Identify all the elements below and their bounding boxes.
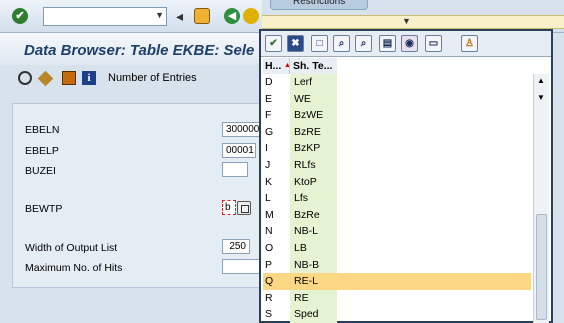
list-item[interactable]: K KtoP <box>263 174 531 191</box>
list-item-text: BzRE <box>294 125 321 138</box>
list-item-key: E <box>265 92 273 105</box>
scroll-up-icon[interactable]: ▲ <box>537 76 545 85</box>
list-item-key: Q <box>265 275 274 288</box>
list-item-text: Lerf <box>294 76 313 88</box>
list-item-text: BzKP <box>294 142 321 155</box>
list-item[interactable]: S Sped <box>263 306 531 323</box>
info-icon[interactable]: i <box>82 71 96 85</box>
list-item-key: K <box>265 175 273 188</box>
personalize-icon[interactable]: ♙ <box>461 35 478 52</box>
field-label-buzei: BUZEI <box>25 165 56 177</box>
list-item-text: RE <box>294 291 309 304</box>
list-item[interactable]: G BzRE <box>263 124 531 141</box>
column-header-key[interactable]: H... ▲ <box>263 58 291 74</box>
list-item-key: N <box>265 225 273 238</box>
sort-icon[interactable]: ▤ <box>379 35 396 52</box>
list-item[interactable]: P NB-B <box>263 257 531 274</box>
value-help-icon[interactable] <box>237 201 251 215</box>
list-item-key: F <box>265 109 272 122</box>
list-item[interactable]: R RE <box>263 290 531 307</box>
list-item-text: BzRe <box>294 208 320 221</box>
scroll-down-icon[interactable]: ▼ <box>537 93 545 102</box>
chevron-down-icon[interactable]: ▼ <box>155 10 164 20</box>
list-item-key: O <box>265 241 274 254</box>
back-green-icon[interactable]: ◀ <box>224 8 240 24</box>
triangle-down-icon[interactable]: ▼ <box>402 16 411 26</box>
value-help-popup: ✔ ✖ □ ⌕ ⌕ ▤ ◉ ▭ ♙ H... ▲ Sh. Te... D Lerf… <box>259 29 553 323</box>
list-item[interactable]: Q RE-L <box>263 273 531 290</box>
list-item-text: RLfs <box>294 158 316 171</box>
list-item[interactable]: O LB <box>263 240 531 257</box>
vertical-scrollbar[interactable]: ▲ ▼ <box>533 74 549 323</box>
number-of-entries-button[interactable]: Number of Entries <box>108 72 197 84</box>
find-icon[interactable]: ⌕ <box>333 35 350 52</box>
tab-restrictions[interactable]: Restrictions <box>270 0 368 10</box>
save-icon[interactable] <box>194 8 210 24</box>
field-label-ebelp: EBELP <box>25 145 59 157</box>
field-label-max-hits: Maximum No. of Hits <box>25 262 123 274</box>
new-page-icon[interactable]: □ <box>311 35 328 52</box>
enter-check-icon[interactable]: ✔ <box>12 8 28 24</box>
list-item-key: G <box>265 125 274 138</box>
triangle-left-icon[interactable]: ◂ <box>176 8 186 24</box>
buzei-input[interactable] <box>222 162 248 177</box>
list-item[interactable]: I BzKP <box>263 140 531 157</box>
field-label-bewtp: BEWTP <box>25 203 63 215</box>
confirm-check-icon[interactable]: ✔ <box>265 35 282 52</box>
selection-options-icon[interactable] <box>37 70 54 87</box>
field-label-width: Width of Output List <box>25 242 118 254</box>
list-item[interactable]: F BzWE <box>263 107 531 124</box>
column-header-short-text[interactable]: Sh. Te... <box>290 58 337 74</box>
list-item-text: LB <box>294 241 307 254</box>
list-item[interactable]: D Lerf <box>263 74 531 91</box>
list-item-key: J <box>265 158 271 171</box>
list-item-text: NB-B <box>294 258 320 271</box>
restrictions-toggle-bar[interactable]: ▼ <box>262 15 564 29</box>
list-item-text: RE-L <box>293 273 339 290</box>
execute-clock-icon[interactable] <box>18 71 32 85</box>
list-item[interactable]: L Lfs <box>263 190 531 207</box>
print-icon[interactable]: ▭ <box>425 35 442 52</box>
exit-yellow-icon[interactable] <box>243 8 259 24</box>
popup-tabstrip: Restrictions <box>262 0 564 15</box>
settings-icon[interactable]: ◉ <box>401 35 418 52</box>
list-item-text: BzWE <box>294 109 324 122</box>
value-list: D Lerf E WE F BzWE G BzRE I BzKP J RLfs K KtoP L Lfs M Bz… <box>263 74 531 323</box>
application-toolbar: i Number of Entries <box>0 65 300 93</box>
column-header-key-label: H... <box>265 60 282 72</box>
list-item-text: WE <box>294 92 311 105</box>
list-item-key: S <box>265 308 273 321</box>
list-item-key: L <box>265 192 271 205</box>
list-item-key: P <box>265 258 273 271</box>
width-output-input[interactable]: 250 <box>222 239 250 254</box>
list-item-text: KtoP <box>294 175 317 188</box>
field-label-ebeln: EBELN <box>25 124 60 136</box>
list-item[interactable]: M BzRe <box>263 207 531 224</box>
list-item-key: R <box>265 291 273 304</box>
list-item-key: D <box>265 76 273 88</box>
list-item[interactable]: J RLfs <box>263 157 531 174</box>
get-variant-icon[interactable] <box>62 71 76 85</box>
popup-toolbar: ✔ ✖ □ ⌕ ⌕ ▤ ◉ ▭ ♙ <box>261 31 551 57</box>
ebeln-input[interactable]: 300000 <box>222 122 262 137</box>
list-item-key: I <box>265 142 268 155</box>
list-item-text: NB-L <box>294 225 318 238</box>
find-next-icon[interactable]: ⌕ <box>355 35 372 52</box>
page-title: Data Browser: Table EKBE: Sele <box>24 42 255 59</box>
cancel-x-icon[interactable]: ✖ <box>287 35 304 52</box>
list-item-text: Sped <box>294 308 319 321</box>
list-item[interactable]: N NB-L <box>263 223 531 240</box>
title-bar: Data Browser: Table EKBE: Sele <box>0 33 300 65</box>
scrollbar-thumb[interactable] <box>536 214 547 320</box>
ebelp-input[interactable]: 00001 <box>222 143 256 158</box>
list-item-key: M <box>265 208 274 221</box>
status-area <box>0 292 259 323</box>
command-field[interactable]: ▼ <box>43 7 167 26</box>
max-hits-input[interactable] <box>222 259 262 274</box>
list-item-text: Lfs <box>294 192 309 205</box>
list-item[interactable]: E WE <box>263 91 531 108</box>
bewtp-input[interactable]: b <box>222 200 236 215</box>
